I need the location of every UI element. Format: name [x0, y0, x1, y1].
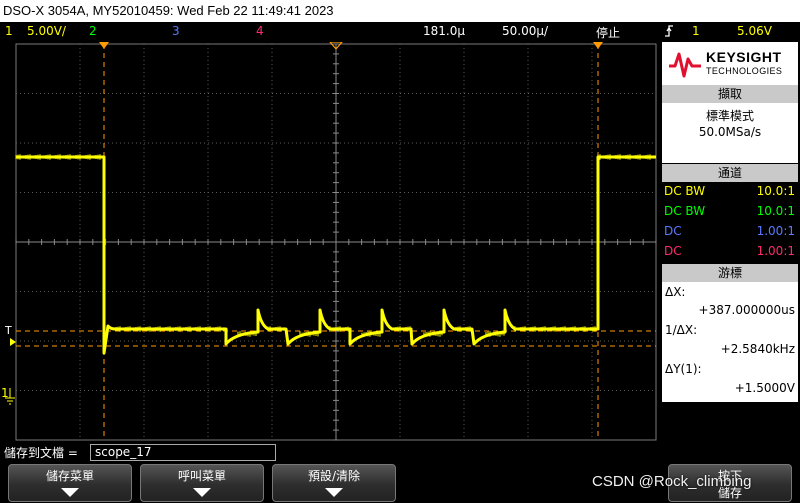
recall-menu-softkey[interactable]: 呼叫菜單: [140, 464, 264, 502]
status-bar: 1 5.00V/ 2 3 4 181.0µ 50.00µ/ 停止 1 5.06V: [0, 22, 800, 42]
ch2-coupling: DC BW: [664, 204, 706, 218]
delta-y-label: ΔY(1):: [665, 362, 702, 376]
cursor-x1-marker-icon[interactable]: [99, 42, 109, 49]
cursors-box: ΔX: +387.000000us 1/ΔX: +2.5840kHz ΔY(1)…: [662, 282, 798, 402]
brand-name: KEYSIGHT: [706, 49, 782, 65]
recall-menu-label: 呼叫菜單: [177, 469, 226, 483]
trigger-level-marker[interactable]: T: [4, 324, 12, 337]
arrow-down-icon: [61, 488, 79, 497]
brand-box: KEYSIGHT TECHNOLOGIES: [662, 42, 798, 87]
waveform-display[interactable]: T 1: [0, 41, 660, 442]
side-panel: KEYSIGHT TECHNOLOGIES 擷取 標準模式 50.0MSa/s …: [660, 42, 800, 442]
ch2-number[interactable]: 2: [89, 24, 97, 38]
acquire-box: 標準模式 50.0MSa/s: [662, 103, 798, 163]
trigger-level[interactable]: 5.06V: [737, 24, 772, 38]
softkey-bar: 儲存到文檔 = scope_17 儲存菜單 呼叫菜單 預設/清除 按下 儲存 C…: [0, 442, 800, 503]
channels-box: DC BW 10.0:1 DC BW 10.0:1 DC 1.00:1 DC 1…: [662, 182, 798, 262]
ch4-probe-ratio: 1.00:1: [756, 244, 795, 258]
cursor-x2-marker-icon[interactable]: [593, 42, 603, 49]
keysight-wave-icon: [669, 52, 701, 78]
ch2-probe-ratio: 10.0:1: [756, 204, 795, 218]
brand-subtitle: TECHNOLOGIES: [706, 66, 783, 76]
save-menu-label: 儲存菜單: [45, 469, 94, 483]
ch1-probe-ratio: 10.0:1: [756, 184, 795, 198]
run-state[interactable]: 停止: [596, 24, 620, 41]
delta-x-value: +387.000000us: [698, 303, 795, 317]
trigger-arrow-icon: [10, 338, 16, 346]
ch4-number[interactable]: 4: [256, 24, 264, 38]
watermark-text: CSDN @Rock_climbing: [592, 473, 752, 490]
save-menu-softkey[interactable]: 儲存菜單: [8, 464, 132, 502]
ch4-coupling: DC: [664, 244, 682, 258]
inverse-delta-x-value: +2.5840kHz: [720, 342, 795, 356]
acquire-header[interactable]: 擷取: [662, 85, 798, 103]
delta-y-value: +1.5000V: [734, 381, 795, 395]
time-scale[interactable]: 50.00µ/: [502, 24, 548, 38]
channels-header[interactable]: 通道: [662, 164, 798, 182]
default-erase-softkey[interactable]: 預設/清除: [272, 464, 396, 502]
title-bar: DSO-X 3054A, MY52010459: Wed Feb 22 11:4…: [0, 0, 800, 22]
title-text: DSO-X 3054A, MY52010459: Wed Feb 22 11:4…: [3, 3, 334, 18]
ch1-scale[interactable]: 5.00V/: [27, 24, 66, 38]
ch1-waveform-noise: [15, 154, 655, 337]
ch1-number[interactable]: 1: [5, 24, 13, 38]
waveform-canvas[interactable]: T 1: [0, 41, 660, 442]
graticule: [15, 43, 657, 441]
acquire-mode: 標準模式: [705, 109, 754, 123]
trigger-channel[interactable]: 1: [692, 24, 700, 38]
arrow-down-icon: [325, 488, 343, 497]
ch1-coupling: DC BW: [664, 184, 706, 198]
delta-x-label: ΔX:: [665, 285, 686, 299]
save-to-file-label: 儲存到文檔 =: [4, 446, 78, 460]
time-delay[interactable]: 181.0µ: [423, 24, 465, 38]
cursors-header[interactable]: 游標: [662, 264, 798, 282]
ch3-coupling: DC: [664, 224, 682, 238]
filename-field[interactable]: scope_17: [90, 444, 276, 461]
ch3-number[interactable]: 3: [172, 24, 180, 38]
ch3-probe-ratio: 1.00:1: [756, 224, 795, 238]
default-erase-label: 預設/清除: [307, 469, 361, 483]
arrow-down-icon: [193, 488, 211, 497]
trigger-edge-icon: [664, 24, 674, 41]
inverse-delta-x-label: 1/ΔX:: [665, 323, 698, 337]
sample-rate: 50.0MSa/s: [698, 125, 762, 139]
